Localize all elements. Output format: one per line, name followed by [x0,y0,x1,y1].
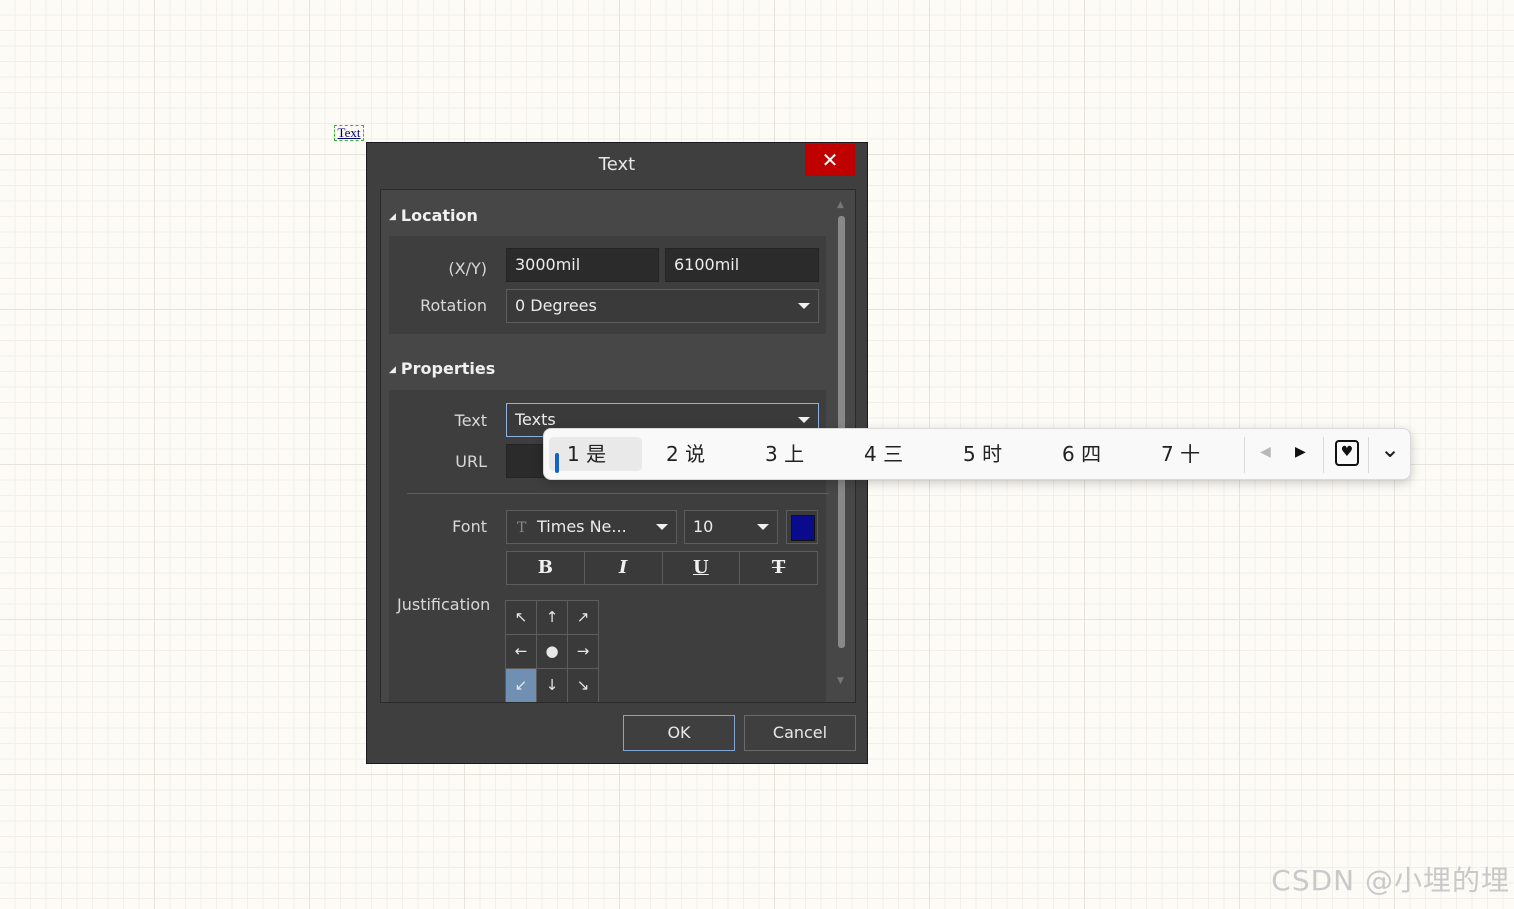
cancel-button[interactable]: Cancel [744,715,856,751]
strikethrough-button[interactable]: T [740,552,817,584]
font-family-dropdown[interactable]: T Times Ne... [506,510,677,544]
prev-page-icon[interactable]: ◀ [1260,444,1271,460]
favorite-icon[interactable]: ♥ [1335,440,1359,466]
ime-candidate-bar: 1 是 2 说 3 上 4 三 5 时 6 四 7 十 ◀ ▶ ♥ ⌄ [543,428,1411,480]
watermark: CSDN @小埋的埋 [1271,864,1510,897]
font-color-swatch [791,515,815,541]
font-label: Font [452,517,487,536]
justification-label: Justification [397,595,491,614]
justify-bottom-right-button[interactable]: ↘ [567,668,599,702]
ime-candidate-4[interactable]: 4 三 [864,437,903,471]
collapse-triangle-icon: ◢ [389,365,396,375]
chevron-down-icon [656,524,668,530]
justify-bottom-center-button[interactable]: ↓ [536,668,568,702]
justify-middle-right-button[interactable]: → [567,634,599,669]
ime-divider [1244,437,1245,473]
location-section-header[interactable]: ◢ Location [389,206,478,225]
font-type-icon: T [517,520,527,536]
justification-grid: ↖ ↑ ↗ ← ● → ↙ ↓ ↘ [505,600,599,702]
ime-candidate-6[interactable]: 6 四 [1062,437,1101,471]
url-label: URL [455,452,487,471]
rotation-value: 0 Degrees [515,296,597,315]
ime-candidate-1[interactable]: 1 是 [549,437,642,473]
divider [407,493,829,494]
ime-selection-indicator [555,453,559,473]
collapse-triangle-icon: ◢ [389,212,396,222]
font-size-value: 10 [693,517,714,536]
font-color-picker[interactable] [786,510,818,544]
location-group: (X/Y) 3000mil 6100mil Rotation 0 Degrees [389,236,826,334]
justify-top-left-button[interactable]: ↖ [505,600,537,635]
rotation-label: Rotation [420,296,487,315]
bold-button[interactable]: B [507,552,585,584]
text-value: Texts [515,410,556,429]
text-label: Text [454,411,487,430]
underline-button[interactable]: U [663,552,741,584]
xy-label: (X/Y) [448,259,487,278]
font-style-toolbar: B I U T [506,551,818,585]
chevron-down-icon [798,303,810,309]
location-heading: Location [400,206,478,225]
properties-section-header[interactable]: ◢ Properties [389,359,495,378]
justify-middle-left-button[interactable]: ← [505,634,537,669]
justify-bottom-left-button[interactable]: ↙ [505,668,537,702]
x-coordinate-input[interactable]: 3000mil [506,248,659,282]
ime-candidate-5[interactable]: 5 时 [963,437,1002,471]
ime-candidate-3[interactable]: 3 上 [765,437,804,471]
scroll-up-icon[interactable]: ▲ [837,200,844,210]
ime-candidate-text: 1 是 [567,442,607,466]
font-size-dropdown[interactable]: 10 [684,510,778,544]
y-coordinate-input[interactable]: 6100mil [665,248,819,282]
close-icon: ✕ [821,148,839,172]
placed-text-object[interactable]: Text [334,125,364,141]
ime-candidate-2[interactable]: 2 说 [666,437,705,471]
dialog-title: Text [598,154,636,175]
rotation-dropdown[interactable]: 0 Degrees [506,289,819,323]
ok-button[interactable]: OK [623,715,735,751]
chevron-down-icon [798,417,810,423]
scroll-down-icon[interactable]: ▼ [837,676,844,686]
justify-top-right-button[interactable]: ↗ [567,600,599,635]
dialog-titlebar[interactable]: Text ✕ [367,143,867,187]
font-family-value: Times Ne... [537,517,627,536]
expand-chevron-icon[interactable]: ⌄ [1380,435,1400,463]
ime-divider [1368,437,1369,473]
properties-heading: Properties [400,359,496,378]
justify-top-center-button[interactable]: ↑ [536,600,568,635]
close-button[interactable]: ✕ [805,144,855,176]
next-page-icon[interactable]: ▶ [1295,444,1306,460]
ime-divider [1323,437,1324,473]
justify-center-button[interactable]: ● [536,634,568,669]
ime-candidate-7[interactable]: 7 十 [1161,437,1200,471]
italic-button[interactable]: I [585,552,663,584]
chevron-down-icon [757,524,769,530]
